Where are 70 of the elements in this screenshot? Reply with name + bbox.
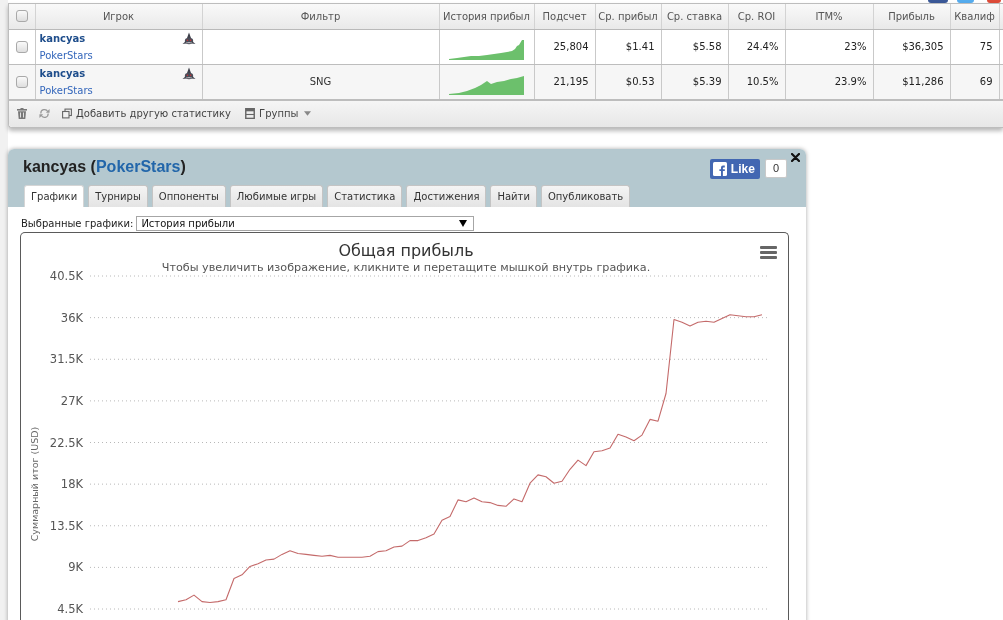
site-link[interactable]: PokerStars [39, 46, 93, 64]
table-cell: 23.9% [785, 64, 873, 99]
table-cell: 23% [785, 29, 873, 64]
player-title: kancyas (PokerStars) [23, 157, 186, 176]
tab[interactable]: Оппоненты [151, 184, 226, 207]
chart-title: Общая прибыль [338, 240, 474, 260]
axis-label: 27K [60, 393, 83, 408]
column-header[interactable]: Игрок [35, 4, 202, 29]
column-header[interactable]: Фильтр [202, 4, 439, 29]
table-cell: 69 [950, 64, 999, 99]
chart-select[interactable]: История прибыли [136, 216, 475, 231]
row-checkbox[interactable] [15, 40, 28, 53]
table-cell: 25,804 [534, 29, 595, 64]
caret-icon [304, 111, 312, 116]
column-header[interactable]: Ср. прибыл [595, 4, 661, 29]
row-checkbox[interactable] [15, 75, 28, 88]
axis-label: 9K [68, 559, 83, 574]
column-header[interactable]: Ср. ставка [661, 4, 728, 29]
tab[interactable]: Статистика [327, 184, 403, 207]
player-link[interactable]: kancyas [39, 64, 86, 82]
like-button[interactable]: Like [709, 158, 760, 179]
window-icon [62, 108, 72, 119]
table-cell: $36,305 [873, 29, 950, 64]
site-link[interactable]: PokerStars [39, 81, 93, 99]
add-statistic-button[interactable]: Добавить другую статистику [62, 108, 232, 119]
table-cell: 24.4% [728, 29, 785, 64]
axis-label: 4.5K [57, 601, 83, 616]
table-cell: $0.53 [595, 64, 661, 99]
menu-icon[interactable] [760, 245, 777, 259]
chart-subtitle: Чтобы увеличить изображение, кликните и перетащите мышкой внутрь графика. [161, 260, 651, 274]
axis-label: 31.5K [49, 351, 83, 366]
table-cell: SNG [202, 64, 439, 99]
table-cell: $1.41 [595, 29, 661, 64]
table-cell: $5.39 [661, 64, 728, 99]
refresh-icon [39, 108, 50, 119]
axis-title: Суммарный итог (USD) [29, 426, 40, 541]
logo-icon [712, 161, 727, 176]
chart-select-label: Выбранные графики: [21, 218, 134, 229]
table-cell: 75 [950, 29, 999, 64]
table-cell: $5.58 [661, 29, 728, 64]
column-header[interactable]: История прибыл [439, 4, 534, 29]
trash-icon [17, 108, 27, 119]
player-link[interactable]: kancyas [39, 29, 86, 47]
axis-label: 40.5K [49, 268, 83, 283]
tab[interactable]: Любимые игры [229, 184, 324, 207]
refresh-button[interactable] [39, 108, 50, 119]
delete-button[interactable] [17, 108, 27, 119]
groups-button[interactable]: Группы [245, 108, 312, 119]
tab[interactable]: Найти [490, 184, 537, 207]
close-icon[interactable] [791, 152, 800, 162]
column-header[interactable]: ITM% [785, 4, 873, 29]
tab[interactable]: Опубликовать [540, 184, 631, 207]
tab[interactable]: Турниры [88, 184, 148, 207]
axis-label: 18K [60, 476, 83, 491]
column-header[interactable]: Квалиф [950, 4, 999, 29]
tab[interactable]: Графики [24, 184, 85, 207]
table-icon [245, 108, 256, 119]
axis-label: 22.5K [49, 435, 83, 449]
select-all-checkbox[interactable] [15, 10, 28, 23]
column-header[interactable]: Ср. ROI [728, 4, 785, 29]
column-header[interactable]: Подсчет [534, 4, 595, 29]
table-cell: $11,286 [873, 64, 950, 99]
axis-label: 36K [60, 310, 83, 325]
dropdown-arrow-icon [459, 220, 468, 227]
tab[interactable]: Достижения [406, 184, 487, 207]
column-header[interactable]: Прибыль [873, 4, 950, 29]
table-cell: 21,195 [534, 64, 595, 99]
axis-label: 13.5K [49, 518, 83, 533]
table-cell: 10.5% [728, 64, 785, 99]
like-count: 0 [764, 159, 787, 178]
